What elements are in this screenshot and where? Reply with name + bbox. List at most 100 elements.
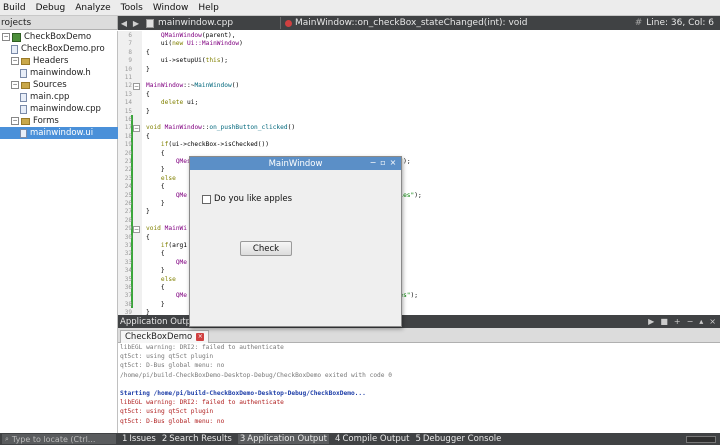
code-line: } <box>146 65 150 73</box>
line-number: 31 <box>124 242 132 249</box>
tree-item[interactable]: − Headers <box>0 55 118 67</box>
collapse-toggle-icon[interactable]: − <box>2 33 10 41</box>
status-tab-number: 5 <box>415 434 421 444</box>
tree-item-label: CheckBoxDemo.pro <box>21 44 105 54</box>
output-pane-tabs: 1 Issues 2 Search Results 3 Application Outpu… <box>116 434 501 444</box>
line-column-indicator[interactable]: # Line: 36, Col: 6 <box>635 18 714 28</box>
line-number: 23 <box>124 174 132 182</box>
maximize-icon[interactable]: ▫ <box>378 158 388 167</box>
run-tab-label: CheckBoxDemo <box>125 332 193 342</box>
collapse-toggle-icon[interactable]: − <box>11 57 19 65</box>
run-tab[interactable]: CheckBoxDemo × <box>120 330 210 343</box>
collapse-toggle-icon[interactable]: − <box>11 117 19 125</box>
line-number: 19 <box>124 141 132 149</box>
line-number: 28 <box>124 216 132 224</box>
editor-toolbar: ◀ ▶ mainwindow.cpp MainWindow::on_checkB… <box>118 16 720 30</box>
zoom-in-icon[interactable]: + <box>674 317 681 326</box>
line-number: 24 <box>124 183 132 191</box>
close-tab-icon[interactable]: × <box>196 333 205 341</box>
menu-analyze[interactable]: Analyze <box>75 3 110 13</box>
output-controls: ▶ ■ + − ▴ × <box>642 317 716 326</box>
code-line: void MainWindow::on_pushButton_clicked() <box>146 124 296 132</box>
main-window-dialog: MainWindow − ▫ × Do you like apples Chec… <box>189 156 402 327</box>
status-tab[interactable]: 5 Debugger Console <box>415 434 501 444</box>
collapse-toggle-icon[interactable]: − <box>11 81 19 89</box>
tree-item[interactable]: mainwindow.cpp <box>0 103 118 115</box>
forward-arrow-icon[interactable]: ▶ <box>130 19 142 28</box>
line-number: 12 <box>124 82 132 90</box>
tree-item-label: mainwindow.cpp <box>30 104 101 114</box>
output-line: libEGL warning: DRI2: failed to authenti… <box>120 344 284 351</box>
tree-item[interactable]: − Sources <box>0 79 118 91</box>
tree-item[interactable]: main.cpp <box>0 91 118 103</box>
open-file-selector[interactable]: mainwindow.cpp <box>146 18 276 28</box>
check-button[interactable]: Check <box>240 241 292 256</box>
close-icon[interactable]: × <box>388 158 398 167</box>
tree-item-label: main.cpp <box>30 92 70 102</box>
line-number: 26 <box>124 200 132 207</box>
zoom-out-icon[interactable]: − <box>687 317 694 326</box>
folder-icon <box>21 117 30 125</box>
line-number: 8 <box>128 48 132 56</box>
line-number: 11 <box>124 74 132 81</box>
line-number: 25 <box>124 191 132 199</box>
run-icon[interactable]: ▶ <box>648 317 654 326</box>
minimize-icon[interactable]: − <box>368 158 378 167</box>
fold-toggle-icon[interactable]: − <box>133 226 140 234</box>
dialog-title: MainWindow <box>268 158 323 169</box>
status-tab-label: Debugger Console <box>422 434 502 444</box>
application-output-title: Application Output <box>120 316 200 327</box>
menu-debug[interactable]: Debug <box>36 3 66 13</box>
hash-icon: # <box>634 18 643 28</box>
tree-item[interactable]: − CheckBoxDemo <box>0 31 118 43</box>
line-number: 34 <box>124 267 132 275</box>
apples-checkbox[interactable] <box>202 194 211 204</box>
tree-item[interactable]: CheckBoxDemo.pro <box>0 43 118 55</box>
status-tab-label: Search Results <box>169 434 232 444</box>
current-function: MainWindow::on_checkBox_stateChanged(int… <box>295 18 528 28</box>
folder-icon <box>21 57 30 65</box>
tree-item[interactable]: − Forms <box>0 115 118 127</box>
projects-header[interactable]: rojects <box>0 16 118 30</box>
fold-toggle-icon[interactable]: − <box>133 83 140 91</box>
status-tab[interactable]: 4 Compile Output <box>335 434 409 444</box>
close-pane-icon[interactable]: × <box>709 317 716 326</box>
status-tab[interactable]: 3 Application Output <box>237 434 330 444</box>
line-number: 22 <box>124 166 132 174</box>
file-icon <box>20 104 27 114</box>
line-number: 9 <box>128 57 132 65</box>
line-number: 32 <box>124 250 132 258</box>
line-number: 16 <box>124 116 132 123</box>
tree-item[interactable]: mainwindow.ui <box>0 127 118 139</box>
locate-input[interactable]: ⌕ Type to locate (Ctrl... <box>2 434 116 444</box>
line-number: 10 <box>124 65 132 73</box>
output-line: qt5ct: using qt5ct plugin <box>120 353 214 361</box>
menu-window[interactable]: Window <box>153 3 189 13</box>
project-tree: − CheckBoxDemo CheckBoxDemo.pro − Headers mai… <box>0 31 118 315</box>
fold-column <box>132 31 142 315</box>
dialog-title-bar[interactable]: MainWindow − ▫ × <box>190 157 401 170</box>
tree-item[interactable]: mainwindow.h <box>0 67 118 79</box>
locate-placeholder: Type to locate (Ctrl... <box>11 434 96 444</box>
code-line: ui->setupUi(this); <box>146 57 228 65</box>
back-arrow-icon[interactable]: ◀ <box>118 19 130 28</box>
file-icon <box>20 128 27 138</box>
status-tab[interactable]: 2 Search Results <box>162 434 232 444</box>
fold-toggle-icon[interactable]: − <box>133 125 140 133</box>
apples-checkbox-row[interactable]: Do you like apples <box>202 194 292 204</box>
menu-help[interactable]: Help <box>198 3 219 13</box>
folder-icon <box>21 81 30 89</box>
dialog-window-buttons: − ▫ × <box>368 158 398 167</box>
status-tab[interactable]: 1 Issues <box>122 434 156 444</box>
line-number: 30 <box>124 233 132 241</box>
maximize-pane-icon[interactable]: ▴ <box>699 317 703 326</box>
menu-build[interactable]: Build <box>3 3 26 13</box>
search-icon: ⌕ <box>5 434 9 443</box>
menu-tools[interactable]: Tools <box>121 3 143 13</box>
output-line: Starting /home/pi/build-CheckBoxDemo-Des… <box>120 390 366 397</box>
function-selector[interactable]: MainWindow::on_checkBox_stateChanged(int… <box>285 18 720 28</box>
application-output-text[interactable]: libEGL warning: DRI2: failed to authenti… <box>118 343 720 433</box>
output-line: qt5ct: D-Bus global menu: no <box>120 417 225 425</box>
file-icon <box>146 18 154 28</box>
stop-icon[interactable]: ■ <box>660 317 668 326</box>
